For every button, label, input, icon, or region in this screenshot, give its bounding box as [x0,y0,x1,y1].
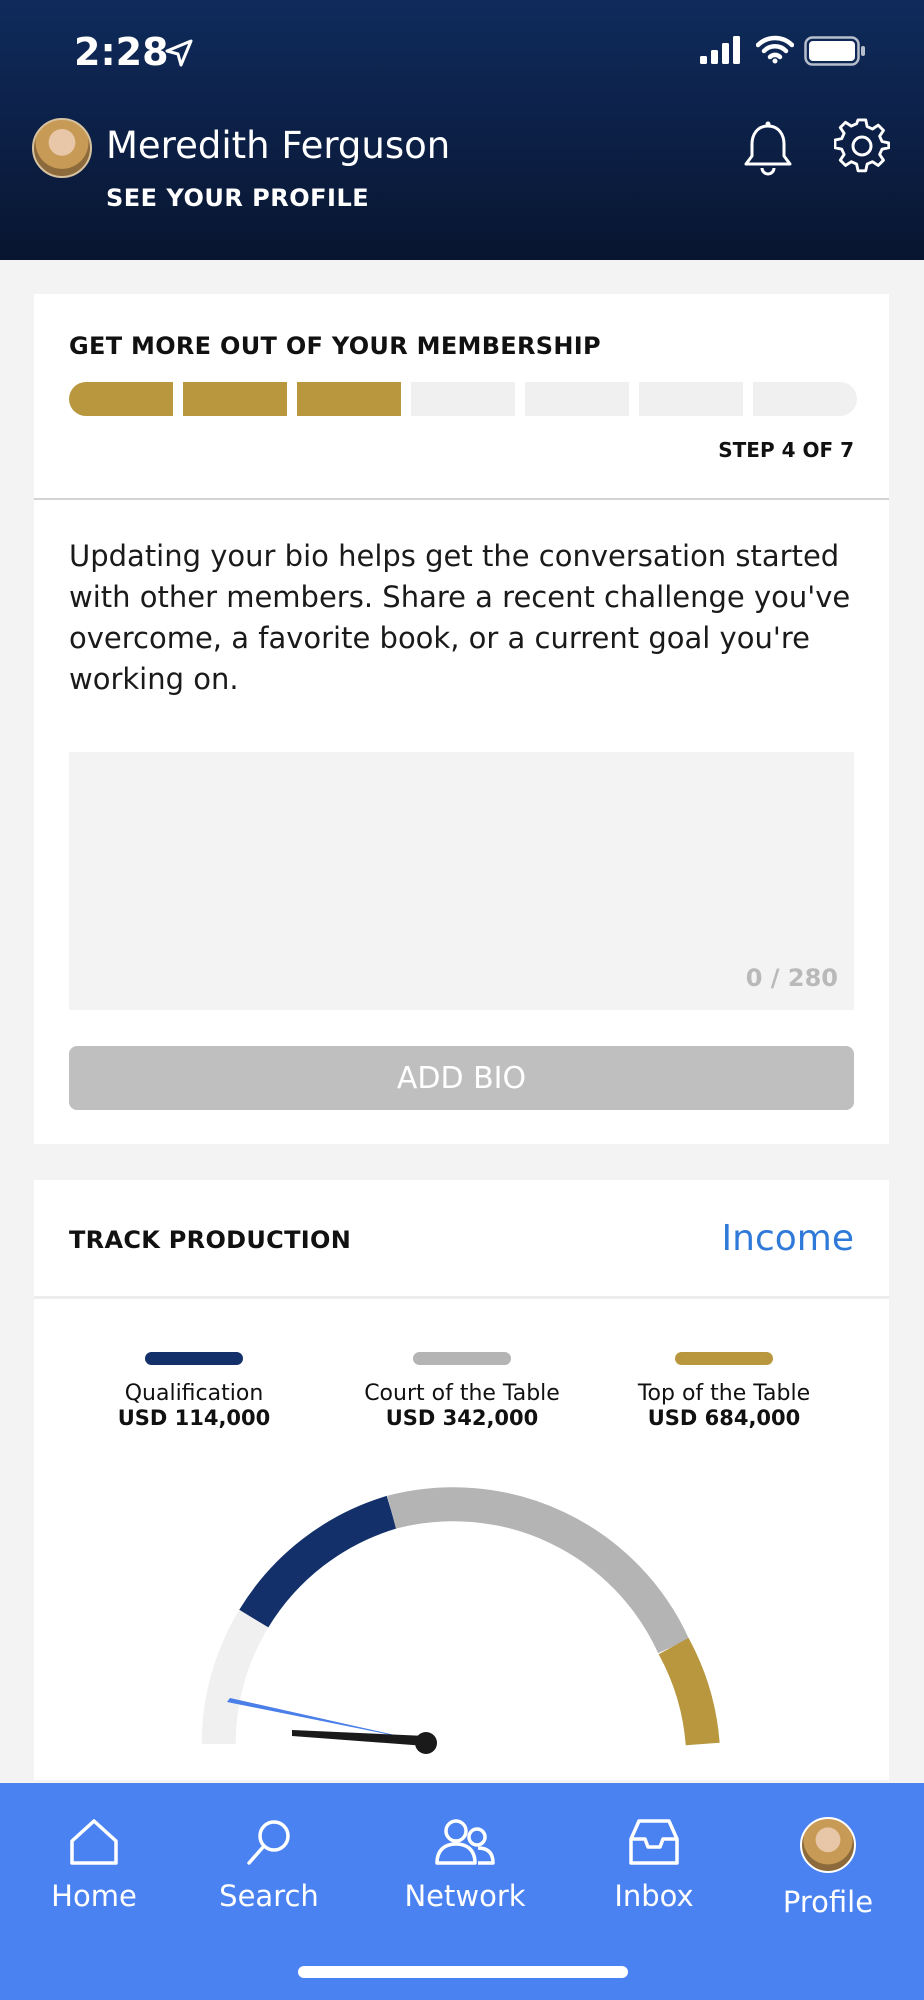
gear-icon[interactable] [834,118,890,174]
tab-inbox[interactable]: Inbox [579,1817,729,1913]
wifi-icon [756,35,794,64]
tab-profile[interactable]: Profile [753,1817,903,1919]
legend-swatch [413,1352,511,1365]
avatar[interactable] [32,118,92,178]
legend-qualification: Qualification USD 114,000 [84,1352,304,1430]
search-icon [247,1820,290,1865]
battery-icon [804,36,865,66]
legend-value: USD 114,000 [117,1406,271,1430]
progress-segment [411,382,515,416]
legend-swatch [145,1352,243,1365]
legend-value: USD 342,000 [385,1406,539,1430]
gauge-track-empty [201,1609,269,1745]
tab-label: Inbox [614,1879,694,1913]
add-bio-button[interactable]: ADD BIO [69,1046,854,1110]
progress-segment [69,382,173,416]
tab-search[interactable]: Search [194,1817,344,1913]
see-profile-link[interactable]: SEE YOUR PROFILE [106,184,369,212]
tab-home[interactable]: Home [19,1817,169,1913]
tab-network[interactable]: Network [390,1817,540,1913]
tab-label: Search [219,1879,319,1913]
cell-signal-icon [700,36,740,64]
gauge-segment-qualification [239,1495,397,1628]
progress-segment [639,382,743,416]
legend-value: USD 684,000 [647,1406,801,1430]
home-indicator [298,1966,628,1978]
progress-segment [753,382,857,416]
step-label: STEP 4 OF 7 [718,438,854,462]
tab-label: Profile [782,1885,874,1919]
divider [34,1296,889,1299]
location-arrow-icon [165,39,193,67]
legend-label: Court of the Table [364,1381,560,1406]
income-link[interactable]: Income [722,1218,854,1259]
track-production-card: TRACK PRODUCTION Income Qualification US… [34,1180,889,1780]
bio-input[interactable]: 0 / 280 [69,752,854,1010]
production-gauge [201,1487,720,1754]
legend-court-of-the-table: Court of the Table USD 342,000 [352,1352,572,1430]
legend-swatch [675,1352,773,1365]
membership-card: GET MORE OUT OF YOUR MEMBERSHIP STEP 4 O… [34,294,889,1144]
progress-segment [297,382,401,416]
tab-label: Home [51,1879,137,1913]
legend-label: Top of the Table [637,1381,811,1406]
people-icon [435,1819,495,1865]
profile-name: Meredith Ferguson [106,124,451,167]
progress-segment [525,382,629,416]
bio-description: Updating your bio helps get the conversa… [69,539,851,696]
inbox-icon [629,1819,679,1865]
gauge-pivot [415,1732,437,1754]
gauge-segment-top [658,1637,720,1746]
divider [34,498,889,500]
membership-title: GET MORE OUT OF YOUR MEMBERSHIP [69,332,601,360]
bell-icon[interactable] [742,120,794,176]
char-counter: 0 / 280 [745,964,838,992]
app-header: 2:28 Meredith Ferguson SEE YOUR PROFILE [0,0,924,260]
avatar [800,1817,856,1873]
status-time: 2:28 [74,30,169,74]
tab-label: Network [404,1879,526,1913]
gauge-needle-black [292,1730,426,1746]
gauge-segment-court [387,1487,690,1654]
home-icon [70,1819,118,1865]
membership-progress [69,382,857,416]
progress-segment [183,382,287,416]
legend-top-of-the-table: Top of the Table USD 684,000 [614,1352,834,1430]
track-title: TRACK PRODUCTION [69,1226,352,1254]
legend-label: Qualification [124,1381,264,1406]
